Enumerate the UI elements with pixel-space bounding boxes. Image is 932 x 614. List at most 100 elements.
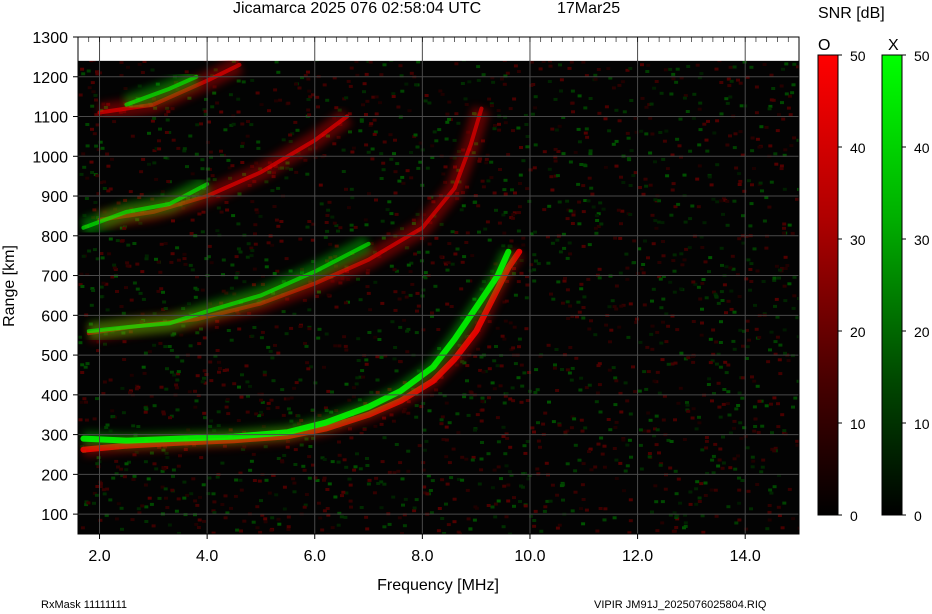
noise-speckle xyxy=(524,327,529,331)
noise-speckle xyxy=(579,282,584,286)
noise-speckle xyxy=(137,84,142,88)
noise-speckle xyxy=(195,374,200,378)
noise-speckle xyxy=(187,390,192,394)
noise-speckle xyxy=(769,491,774,495)
noise-speckle xyxy=(778,343,783,347)
noise-speckle xyxy=(586,277,591,281)
noise-speckle xyxy=(573,469,578,473)
noise-speckle xyxy=(600,452,605,456)
noise-speckle xyxy=(349,436,354,440)
noise-speckle xyxy=(516,70,521,73)
noise-speckle xyxy=(715,200,720,204)
noise-speckle xyxy=(396,105,401,109)
noise-speckle xyxy=(492,359,497,363)
noise-speckle xyxy=(122,475,127,479)
noise-speckle xyxy=(330,215,335,219)
noise-speckle xyxy=(344,96,349,100)
noise-speckle xyxy=(581,306,586,309)
noise-speckle xyxy=(358,298,363,302)
noise-speckle xyxy=(613,426,618,429)
y-tick-label: 800 xyxy=(41,229,68,246)
noise-speckle xyxy=(236,419,241,422)
noise-speckle xyxy=(362,427,367,431)
noise-speckle xyxy=(714,514,719,518)
noise-speckle xyxy=(286,525,291,529)
noise-speckle xyxy=(310,238,315,242)
noise-speckle xyxy=(511,129,515,133)
noise-speckle xyxy=(725,143,730,147)
noise-speckle xyxy=(382,416,387,420)
noise-speckle xyxy=(386,232,391,236)
noise-speckle xyxy=(84,400,88,404)
noise-speckle xyxy=(626,335,631,339)
noise-speckle xyxy=(755,384,760,388)
noise-speckle xyxy=(255,210,260,214)
noise-speckle xyxy=(606,67,611,71)
noise-speckle xyxy=(260,330,265,334)
noise-speckle xyxy=(603,507,608,511)
noise-speckle xyxy=(81,72,86,76)
noise-speckle xyxy=(467,80,472,84)
noise-speckle xyxy=(559,78,564,82)
noise-speckle xyxy=(508,445,513,449)
noise-speckle xyxy=(577,140,582,144)
noise-speckle xyxy=(696,205,701,209)
noise-speckle xyxy=(171,468,176,472)
noise-speckle xyxy=(150,68,155,72)
noise-speckle xyxy=(337,344,342,348)
noise-speckle xyxy=(742,189,747,193)
noise-speckle xyxy=(566,317,571,320)
noise-speckle xyxy=(236,222,241,226)
noise-speckle xyxy=(298,378,303,382)
noise-speckle xyxy=(686,356,691,360)
noise-speckle xyxy=(257,479,262,483)
noise-speckle xyxy=(557,200,562,204)
noise-speckle xyxy=(273,343,277,347)
noise-speckle xyxy=(587,327,592,331)
noise-speckle xyxy=(666,362,671,366)
noise-speckle xyxy=(704,446,709,450)
noise-speckle xyxy=(182,257,187,261)
noise-speckle xyxy=(390,320,395,324)
noise-speckle xyxy=(517,337,522,341)
noise-speckle xyxy=(625,266,630,270)
noise-speckle xyxy=(347,112,352,116)
noise-speckle xyxy=(642,303,647,307)
noise-speckle xyxy=(732,310,737,314)
noise-speckle xyxy=(723,360,728,364)
noise-speckle xyxy=(495,364,500,368)
noise-speckle xyxy=(560,301,565,305)
noise-speckle xyxy=(773,304,777,308)
noise-speckle xyxy=(658,131,663,134)
noise-speckle xyxy=(342,458,347,462)
noise-speckle xyxy=(270,356,275,360)
noise-speckle xyxy=(322,365,326,369)
noise-speckle xyxy=(497,128,502,132)
noise-speckle xyxy=(308,445,313,448)
noise-speckle xyxy=(725,199,730,203)
noise-speckle xyxy=(465,231,470,235)
noise-speckle xyxy=(749,202,754,206)
noise-speckle xyxy=(164,387,169,391)
noise-speckle xyxy=(503,121,508,125)
noise-speckle xyxy=(274,99,278,103)
noise-speckle xyxy=(727,413,732,417)
noise-speckle xyxy=(157,496,162,500)
noise-speckle xyxy=(110,157,114,161)
noise-speckle xyxy=(252,267,257,271)
noise-speckle xyxy=(525,145,530,149)
noise-speckle xyxy=(324,409,329,413)
noise-speckle xyxy=(768,144,773,148)
noise-speckle xyxy=(289,326,294,330)
noise-speckle xyxy=(435,308,440,312)
noise-speckle xyxy=(94,144,99,148)
noise-speckle xyxy=(678,117,683,121)
noise-speckle xyxy=(229,286,234,290)
noise-speckle xyxy=(769,98,774,102)
noise-speckle xyxy=(450,230,455,234)
noise-speckle xyxy=(659,91,664,95)
noise-speckle xyxy=(215,229,220,233)
noise-speckle xyxy=(346,79,351,83)
noise-speckle xyxy=(639,467,644,471)
noise-speckle xyxy=(476,65,481,69)
